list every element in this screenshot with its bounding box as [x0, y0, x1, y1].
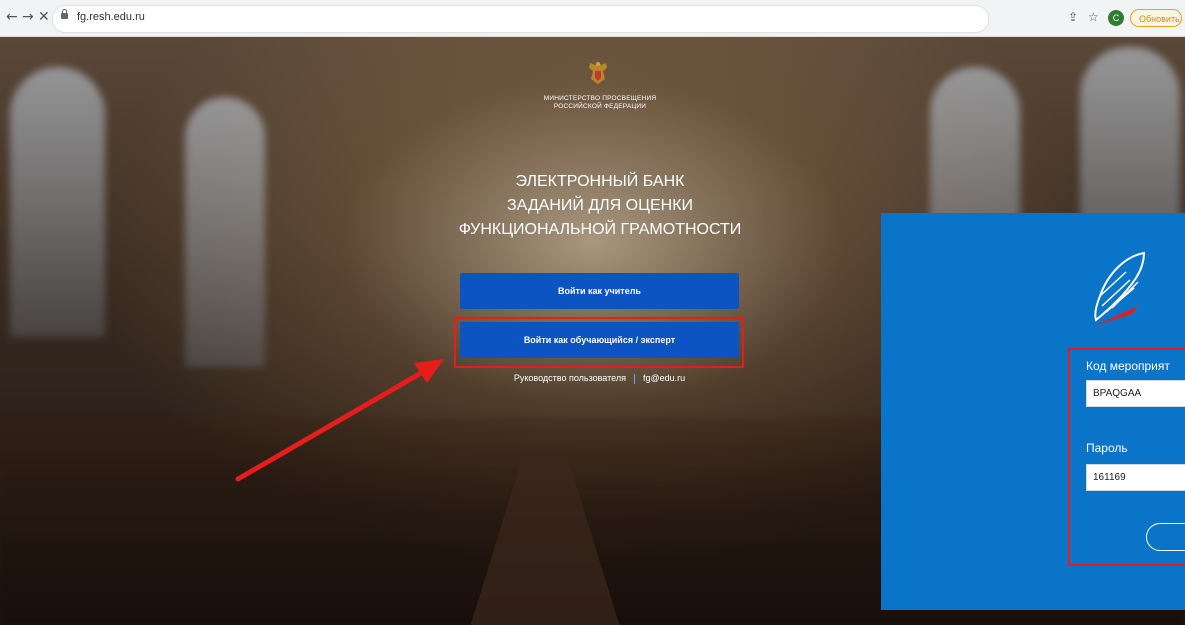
email-link[interactable]: fg@edu.ru: [643, 373, 685, 383]
login-panel: Код мероприят BPAQGAA Пароль 161169: [881, 213, 1185, 610]
url-text[interactable]: fg.resh.edu.ru: [77, 11, 145, 23]
forward-icon[interactable]: →: [22, 9, 34, 25]
browser-toolbar: ← → ✕ fg.resh.edu.ru ⇪ ☆ C Обновить: [0, 0, 1185, 37]
teacher-login-button[interactable]: Войти как учитель: [460, 273, 739, 309]
red-arrow-icon: [235, 359, 444, 482]
event-code-input[interactable]: BPAQGAA: [1086, 380, 1185, 407]
event-code-label: Код мероприят: [1086, 359, 1170, 373]
address-bar[interactable]: fg.resh.edu.ru: [52, 5, 989, 33]
landing-page: МИНИСТЕРСТВО ПРОСВЕЩЕНИЯ РОССИЙСКОЙ ФЕДЕ…: [0, 37, 1185, 625]
back-icon[interactable]: ←: [6, 9, 18, 25]
share-icon[interactable]: ⇪: [1068, 10, 1078, 24]
eagle-emblem-icon: [589, 62, 607, 84]
update-button[interactable]: Обновить: [1130, 9, 1182, 27]
password-input[interactable]: 161169: [1086, 464, 1185, 491]
profile-avatar[interactable]: C: [1108, 10, 1124, 26]
lock-icon: [61, 9, 68, 19]
user-guide-link[interactable]: Руководство пользователя: [514, 373, 626, 383]
highlight-frame: [454, 317, 744, 368]
page-title: ЭЛЕКТРОННЫЙ БАНК ЗАДАНИЙ ДЛЯ ОЦЕНКИ ФУНК…: [458, 173, 742, 238]
submit-button[interactable]: [1146, 523, 1185, 551]
background-window: [185, 97, 265, 367]
background-window: [10, 67, 105, 337]
feather-quill-icon: [1094, 251, 1146, 326]
password-label: Пароль: [1086, 441, 1128, 455]
star-icon[interactable]: ☆: [1088, 10, 1099, 24]
link-separator: [633, 373, 635, 384]
close-icon[interactable]: ✕: [38, 9, 50, 25]
ministry-name: МИНИСТЕРСТВО ПРОСВЕЩЕНИЯ РОССИЙСКОЙ ФЕДЕ…: [543, 95, 657, 110]
footer-links: Руководство пользователя fg@edu.ru: [460, 373, 739, 384]
